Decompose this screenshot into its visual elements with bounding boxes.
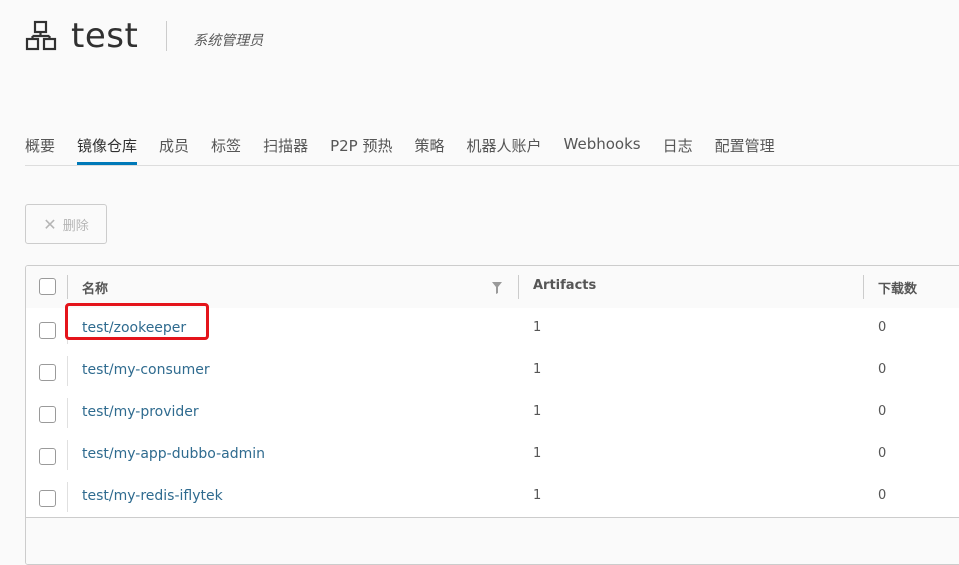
row-divider [67, 398, 68, 428]
tab-scanner[interactable]: 扫描器 [263, 132, 308, 162]
tab-summary[interactable]: 概要 [25, 132, 55, 162]
column-header-name[interactable]: 名称 [82, 278, 108, 297]
tab-logs[interactable]: 日志 [663, 132, 693, 162]
artifacts-count: 1 [533, 362, 542, 377]
repository-link[interactable]: test/my-redis-iflytek [82, 488, 223, 504]
highlight-annotation [65, 303, 209, 340]
column-divider [67, 275, 68, 299]
tab-configuration[interactable]: 配置管理 [715, 132, 775, 162]
artifacts-count: 1 [533, 404, 542, 419]
filter-icon[interactable] [492, 282, 502, 294]
table-row: test/my-redis-iflytek 1 0 [26, 476, 959, 519]
tab-p2p-preheat[interactable]: P2P 预热 [330, 132, 392, 162]
header-divider [166, 21, 168, 51]
table-row: test/my-provider 1 0 [26, 392, 959, 435]
table-row: test/my-consumer 1 0 [26, 350, 959, 393]
project-header: test 系统管理员 [25, 14, 263, 58]
delete-label: 删除 [62, 218, 89, 234]
download-count: 0 [878, 404, 887, 419]
download-count: 0 [878, 320, 887, 335]
column-header-downloads[interactable]: 下载数 [878, 278, 917, 297]
column-header-artifacts[interactable]: Artifacts [533, 278, 596, 293]
row-divider [67, 440, 68, 470]
download-count: 0 [878, 488, 887, 503]
download-count: 0 [878, 446, 887, 461]
tab-repositories[interactable]: 镜像仓库 [77, 132, 138, 165]
project-tabs: 概要 镜像仓库 成员 标签 扫描器 P2P 预热 策略 机器人账户 Webhoo… [25, 132, 797, 166]
table-row: test/my-app-dubbo-admin 1 0 [26, 434, 959, 477]
column-divider[interactable] [863, 275, 864, 299]
project-title: test [71, 16, 139, 56]
column-divider[interactable] [518, 275, 519, 299]
row-divider [67, 356, 68, 386]
close-icon: ✕ [43, 214, 57, 234]
artifacts-count: 1 [533, 320, 542, 335]
tab-labels[interactable]: 标签 [211, 132, 241, 162]
tabs-divider [25, 165, 959, 166]
row-checkbox[interactable] [39, 322, 56, 339]
repository-link[interactable]: test/my-provider [82, 404, 199, 420]
row-checkbox[interactable] [39, 448, 56, 465]
row-checkbox[interactable] [39, 490, 56, 507]
tab-robot-accounts[interactable]: 机器人账户 [467, 132, 542, 162]
delete-button[interactable]: ✕ 删除 [25, 204, 107, 244]
repository-link[interactable]: test/my-consumer [82, 362, 210, 378]
artifacts-count: 1 [533, 446, 542, 461]
row-checkbox[interactable] [39, 364, 56, 381]
tab-webhooks[interactable]: Webhooks [564, 132, 641, 162]
project-network-icon [25, 20, 57, 51]
download-count: 0 [878, 362, 887, 377]
select-all-checkbox[interactable] [39, 278, 56, 295]
row-divider [67, 482, 68, 512]
row-checkbox[interactable] [39, 406, 56, 423]
user-role: 系统管理员 [193, 33, 264, 49]
table-footer [26, 517, 959, 564]
tab-policy[interactable]: 策略 [414, 132, 444, 162]
repository-link[interactable]: test/my-app-dubbo-admin [82, 446, 265, 462]
tab-members[interactable]: 成员 [159, 132, 189, 162]
artifacts-count: 1 [533, 488, 542, 503]
